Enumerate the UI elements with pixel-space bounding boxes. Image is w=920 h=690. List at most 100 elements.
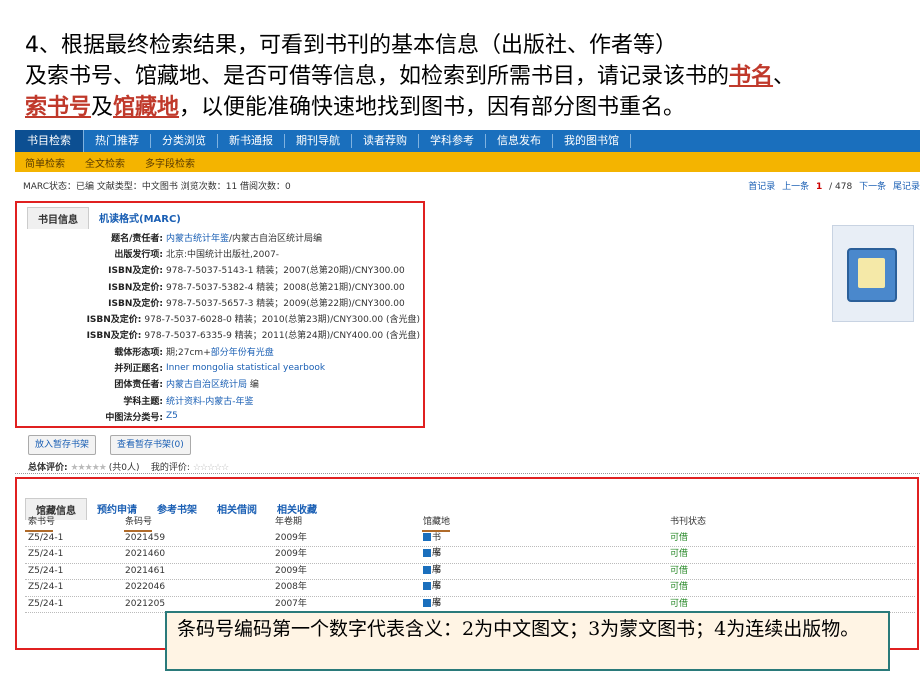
library-icon [423, 532, 431, 541]
nav-item-news[interactable]: 信息发布 [486, 134, 553, 148]
library-icon [423, 582, 431, 590]
info-row: 出版发行项: 北京:中国统计出版社,2007- [20, 245, 420, 261]
add-to-shelf-button[interactable]: 放入暂存书架 [28, 435, 97, 455]
subnav-multifield-search[interactable]: 多字段检索 [135, 155, 205, 170]
nav-item-journals[interactable]: 期刊导航 [285, 134, 352, 148]
record-total: / 478 [829, 182, 853, 192]
corporate-author-link[interactable]: 内蒙古自治区统计局 [166, 380, 247, 390]
location[interactable]: 书库 [423, 531, 441, 558]
info-row: 团体责任者: 内蒙古自治区统计局 编 [20, 376, 420, 392]
bib-info-list: 题名/责任者: 内蒙古统计年鉴/内蒙古自治区统计局编 出版发行项: 北京:中国统计出… [20, 229, 420, 425]
subnav-simple-search[interactable]: 简单检索 [15, 155, 75, 170]
call-number: Z5/24-1 [28, 549, 64, 559]
book-cover [832, 225, 914, 322]
table-row: Z5/24-1 2021461 2009年 书库 可借 [25, 564, 915, 591]
library-icon [423, 549, 431, 557]
barcode-underline [124, 530, 152, 532]
nav-item-subject[interactable]: 学科参考 [419, 134, 486, 148]
slide-line-3-mid: 及 [91, 95, 114, 120]
marc-status: MARC状态：已编 文献类型：中文图书 浏览次数：11 借阅次数：0 [23, 182, 291, 192]
last-record-link[interactable]: 尾记录 [893, 182, 920, 192]
library-icon [423, 598, 431, 607]
cd-note-link[interactable]: 部分年份有光盘 [211, 348, 274, 358]
table-row: Z5/24-1 2021460 2009年 书库 可借 [25, 547, 915, 575]
book-cover-icon [847, 248, 897, 302]
barcode: 2021205 [125, 598, 166, 609]
col-location: 馆藏地 [423, 517, 451, 527]
slide-line-3: 索书号及馆藏地，以便能准确快速地找到图书，因有部分图书重名。 [25, 92, 915, 123]
volume: 2009年 [275, 549, 307, 559]
location[interactable]: 书库 [423, 547, 441, 575]
record-pager: 首记录 上一条 1 / 478 下一条 尾记录 [744, 178, 920, 196]
rating-label: 总体评价: [28, 463, 68, 473]
info-row: 中图法分类号: Z5 [20, 408, 420, 424]
slide-line-2: 及索书号、馆藏地、是否可借等信息，如检索到所需书目，请记录该书的书名、 [25, 61, 915, 92]
rating-count: (共0人) [108, 463, 140, 473]
info-key: 中图法分类号: [105, 412, 163, 423]
barcode-callout: 条码号编码第一个数字代表含义：2为中文图文；3为蒙文图书；4为连续出版物。 [165, 611, 890, 671]
info-key: ISBN及定价: [108, 298, 163, 309]
barcode: 2021459 [125, 532, 166, 543]
status: 可借 [670, 549, 689, 559]
nav-item-recommend[interactable]: 读者荐购 [352, 134, 419, 148]
nav-item-my-library[interactable]: 我的图书馆 [553, 134, 631, 148]
view-shelf-button[interactable]: 查看暂存书架(0) [110, 435, 191, 455]
info-row: 载体形态项: 期;27cm+部分年份有光盘 [20, 343, 420, 359]
info-key: 学科主题: [123, 396, 163, 407]
table-row: Z5/24-1 2022046 2008年 书库 可借 [25, 580, 915, 608]
info-value: 北京:中国统计出版社,2007- [166, 249, 280, 260]
info-value: 期;27cm+部分年份有光盘 [163, 345, 274, 358]
table-row: Z5/24-1 2021459 2009年 书库 可借 [25, 531, 915, 558]
status: 可借 [670, 598, 689, 609]
subject-link[interactable]: 统计资料-内蒙古-年鉴 [163, 394, 254, 407]
info-row: ISBN及定价: 978-7-5037-6335-9 精装；2011(总第24期)… [20, 327, 420, 343]
parallel-title-link[interactable]: Inner mongolia statistical yearbook [163, 363, 325, 373]
info-key: 题名/责任者: [111, 233, 163, 244]
location[interactable]: 书库 [423, 580, 441, 608]
highlight-title: 书名 [729, 64, 774, 89]
info-row: ISBN及定价: 978-7-5037-5382-4 精装；2008(总第21期)… [20, 278, 420, 294]
slide-line-3-text: ，以便能准确快速地找到图书，因有部分图书重名。 [179, 95, 686, 120]
main-nav-bar: 书目检索 热门推荐 分类浏览 新书通报 期刊导航 读者荐购 学科参考 信息发布 … [15, 130, 920, 152]
my-rating-stars-icon[interactable]: ☆☆☆☆☆ [193, 463, 229, 473]
prev-record-link[interactable]: 上一条 [782, 182, 809, 192]
info-value: 978-7-5037-5657-3 精装；2009(总第22期)/CNY300.… [166, 298, 405, 309]
status: 可借 [670, 565, 689, 576]
info-row: ISBN及定价: 978-7-5037-6028-0 精装；2010(总第23期)… [20, 310, 420, 326]
subnav-fulltext-search[interactable]: 全文检索 [75, 155, 135, 170]
highlight-location: 馆藏地 [113, 95, 180, 120]
info-row: 题名/责任者: 内蒙古统计年鉴/内蒙古自治区统计局编 [20, 229, 420, 245]
barcode: 2021461 [125, 565, 166, 576]
call-number: Z5/24-1 [28, 565, 64, 576]
info-row: ISBN及定价: 978-7-5037-5657-3 精装；2009(总第22期)… [20, 294, 420, 310]
nav-item-new-books[interactable]: 新书通报 [218, 134, 285, 148]
volume: 2008年 [275, 582, 307, 592]
classification-link[interactable]: Z5 [163, 411, 178, 421]
nav-item-browse[interactable]: 分类浏览 [151, 134, 218, 148]
volume: 2009年 [275, 532, 307, 543]
info-key: 团体责任者: [114, 380, 163, 391]
info-key: 并列正题名: [114, 364, 163, 375]
barcode: 2021460 [125, 549, 166, 559]
next-record-link[interactable]: 下一条 [859, 182, 886, 192]
nav-item-search[interactable]: 书目检索 [15, 130, 84, 152]
slide-line-2-text: 及索书号、馆藏地、是否可借等信息，如检索到所需书目，请记录该书的 [25, 64, 730, 89]
info-key: ISBN及定价: [108, 266, 163, 277]
tab-marc[interactable]: 机读格式(MARC) [89, 207, 191, 229]
info-value: 978-7-5037-6335-9 精装；2011(总第24期)/CNY400.… [144, 331, 420, 342]
first-record-link[interactable]: 首记录 [748, 182, 775, 192]
location[interactable]: 书库 [423, 564, 441, 591]
info-value: 内蒙古自治区统计局 编 [163, 377, 259, 390]
info-value: 978-7-5037-5382-4 精装；2008(总第21期)/CNY300.… [166, 282, 405, 293]
status: 可借 [670, 532, 689, 543]
location[interactable]: 书库 [423, 597, 441, 624]
col-volume: 年卷期 [275, 517, 303, 527]
callno-underline [25, 530, 53, 532]
info-row: ISBN及定价: 978-7-5037-5143-1 精装；2007(总第20期)… [20, 262, 420, 278]
tab-bib-info[interactable]: 书目信息 [27, 207, 89, 229]
info-key: ISBN及定价: [86, 331, 142, 342]
info-value: 内蒙古统计年鉴/内蒙古自治区统计局编 [163, 231, 322, 244]
nav-item-hot[interactable]: 热门推荐 [84, 134, 151, 148]
rating-bar: 总体评价: ★★★★★ (共0人) 我的评价: ☆☆☆☆☆ [28, 460, 229, 473]
title-link[interactable]: 内蒙古统计年鉴 [166, 234, 229, 244]
